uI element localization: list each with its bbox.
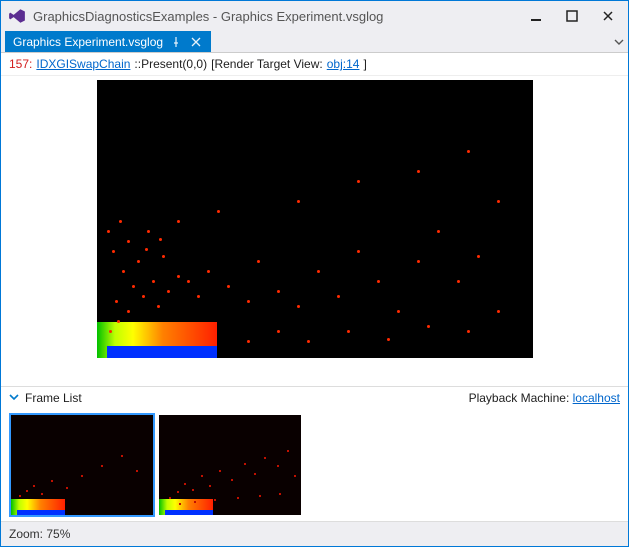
event-id: 157: [9,57,32,71]
pin-icon[interactable] [169,35,183,49]
app-logo [7,6,27,26]
frame-list-label: Frame List [25,391,82,405]
playback-machine-link[interactable]: localhost [573,391,620,405]
thumb-heat-block [11,499,65,515]
tab-graphics-experiment[interactable]: Graphics Experiment.vsglog [5,31,211,52]
zoom-value: 75% [46,527,70,541]
close-button[interactable] [594,5,622,27]
tab-label: Graphics Experiment.vsglog [13,35,163,49]
render-target-link[interactable]: obj:14 [327,57,360,71]
chevron-down-icon[interactable] [9,391,19,405]
zoom-label: Zoom: [9,527,43,541]
tabs-overflow-dropdown[interactable] [610,31,628,52]
particle-heat-block [97,322,217,358]
rtv-suffix: ] [363,57,366,71]
playback-machine-label: Playback Machine: [469,391,570,405]
window-title: GraphicsDiagnosticsExamples - Graphics E… [33,9,522,24]
status-bar: Zoom: 75% [1,521,628,546]
frame-thumbnail[interactable] [11,415,153,515]
frame-list [1,409,628,521]
render-canvas[interactable] [97,80,533,358]
event-info: 157: IDXGISwapChain::Present(0,0) [Rende… [1,53,628,76]
rtv-prefix: [Render Target View: [211,57,323,71]
close-icon[interactable] [189,35,203,49]
frame-thumbnail[interactable] [159,415,301,515]
maximize-button[interactable] [558,5,586,27]
thumb-heat-block [159,499,213,515]
minimize-button[interactable] [522,5,550,27]
render-target-view [1,76,628,386]
frame-list-header: Frame List Playback Machine: localhost [1,386,628,409]
window-controls [522,5,622,27]
event-method: ::Present(0,0) [134,57,207,71]
titlebar: GraphicsDiagnosticsExamples - Graphics E… [1,1,628,31]
document-tabs: Graphics Experiment.vsglog [1,31,628,53]
swapchain-link[interactable]: IDXGISwapChain [36,57,130,71]
